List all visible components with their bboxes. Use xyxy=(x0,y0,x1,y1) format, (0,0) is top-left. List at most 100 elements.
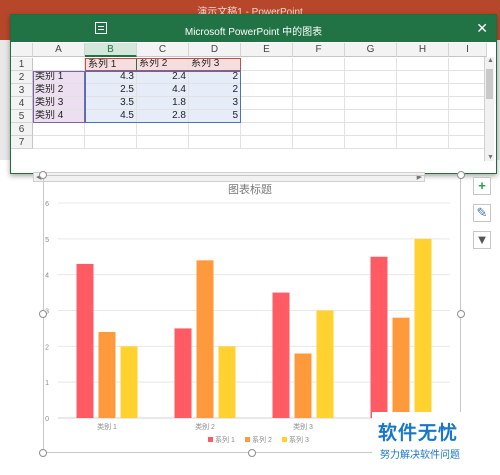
column-header-i[interactable]: I xyxy=(449,43,487,57)
cell-d2[interactable]: 2 xyxy=(189,71,241,84)
cell-b7[interactable] xyxy=(85,136,137,149)
cell-f5[interactable] xyxy=(293,110,345,123)
cell-c6[interactable] xyxy=(137,123,189,136)
row-header-5[interactable]: 5 xyxy=(11,110,33,123)
cell-e1[interactable] xyxy=(241,58,293,71)
cell-d6[interactable] xyxy=(189,123,241,136)
excel-window-title: Microsoft PowerPoint 中的图表 xyxy=(184,27,323,38)
cell-a1[interactable] xyxy=(33,58,85,71)
cell-f1[interactable] xyxy=(293,58,345,71)
filter-icon: ▼ xyxy=(475,232,489,247)
cell-i1[interactable] xyxy=(449,58,487,71)
cell-b3[interactable]: 2.5 xyxy=(85,84,137,97)
close-icon[interactable]: ✕ xyxy=(476,20,488,36)
row-header-4[interactable]: 4 xyxy=(11,97,33,110)
row-header-6[interactable]: 6 xyxy=(11,123,33,136)
cell-i7[interactable] xyxy=(449,136,487,149)
cell-d1[interactable]: 系列 3 xyxy=(189,58,241,71)
cell-f2[interactable] xyxy=(293,71,345,84)
column-header-a[interactable]: A xyxy=(33,43,85,57)
row-header-7[interactable]: 7 xyxy=(11,136,33,149)
resize-handle-bottom-left[interactable] xyxy=(39,449,47,457)
cell-g5[interactable] xyxy=(345,110,397,123)
chart-styles-button[interactable]: ✎ xyxy=(473,204,491,222)
resize-handle-right[interactable] xyxy=(457,310,465,318)
cell-d4[interactable]: 3 xyxy=(189,97,241,110)
cell-b1[interactable]: 系列 1 xyxy=(85,58,137,71)
resize-handle-top-right[interactable] xyxy=(457,171,465,179)
column-header-g[interactable]: G xyxy=(345,43,397,57)
cell-f4[interactable] xyxy=(293,97,345,110)
column-header-b[interactable]: B xyxy=(85,43,137,57)
cell-e2[interactable] xyxy=(241,71,293,84)
column-header-c[interactable]: C xyxy=(137,43,189,57)
chart-title[interactable]: 图表标题 xyxy=(0,181,500,197)
cell-e7[interactable] xyxy=(241,136,293,149)
column-header-d[interactable]: D xyxy=(189,43,241,57)
cell-c1[interactable]: 系列 2 xyxy=(137,58,189,71)
cell-c4[interactable]: 1.8 xyxy=(137,97,189,110)
cell-h5[interactable] xyxy=(397,110,449,123)
cell-c5[interactable]: 2.8 xyxy=(137,110,189,123)
cell-h4[interactable] xyxy=(397,97,449,110)
cell-f3[interactable] xyxy=(293,84,345,97)
cell-c2[interactable]: 2.4 xyxy=(137,71,189,84)
cell-d5[interactable]: 5 xyxy=(189,110,241,123)
cell-h1[interactable] xyxy=(397,58,449,71)
cell-i6[interactable] xyxy=(449,123,487,136)
cell-g6[interactable] xyxy=(345,123,397,136)
row-header-1[interactable]: 1 xyxy=(11,58,33,71)
cell-f6[interactable] xyxy=(293,123,345,136)
resize-handle-bottom[interactable] xyxy=(248,449,256,457)
vertical-scrollbar[interactable]: ▲ ▼ xyxy=(484,57,494,161)
cell-g4[interactable] xyxy=(345,97,397,110)
watermark-logo: 软件无忧 xyxy=(378,423,459,444)
scroll-down-icon[interactable]: ▼ xyxy=(487,154,494,161)
cell-b5[interactable]: 4.5 xyxy=(85,110,137,123)
cell-i4[interactable] xyxy=(449,97,487,110)
resize-handle-left[interactable] xyxy=(39,310,47,318)
row-header-3[interactable]: 3 xyxy=(11,84,33,97)
scroll-up-icon[interactable]: ▲ xyxy=(487,57,494,64)
cell-h3[interactable] xyxy=(397,84,449,97)
cell-a7[interactable] xyxy=(33,136,85,149)
cell-a4[interactable]: 类别 3 xyxy=(33,97,85,110)
excel-titlebar[interactable]: Microsoft PowerPoint 中的图表 ✕ xyxy=(11,15,496,42)
cell-d7[interactable] xyxy=(189,136,241,149)
column-header-f[interactable]: F xyxy=(293,43,345,57)
chart-filters-button[interactable]: ▼ xyxy=(473,231,491,249)
cell-a5[interactable]: 类别 4 xyxy=(33,110,85,123)
cell-e6[interactable] xyxy=(241,123,293,136)
cell-g7[interactable] xyxy=(345,136,397,149)
cell-b4[interactable]: 3.5 xyxy=(85,97,137,110)
cell-h7[interactable] xyxy=(397,136,449,149)
cell-b6[interactable] xyxy=(85,123,137,136)
resize-handle-top-left[interactable] xyxy=(39,171,47,179)
cell-c3[interactable]: 4.4 xyxy=(137,84,189,97)
cell-e3[interactable] xyxy=(241,84,293,97)
cell-c7[interactable] xyxy=(137,136,189,149)
cell-a3[interactable]: 类别 2 xyxy=(33,84,85,97)
cell-b2[interactable]: 4.3 xyxy=(85,71,137,84)
cell-g2[interactable] xyxy=(345,71,397,84)
cell-e5[interactable] xyxy=(241,110,293,123)
cell-a2[interactable]: 类别 1 xyxy=(33,71,85,84)
cell-i2[interactable] xyxy=(449,71,487,84)
column-header-h[interactable]: H xyxy=(397,43,449,57)
cell-f7[interactable] xyxy=(293,136,345,149)
cell-i3[interactable] xyxy=(449,84,487,97)
cell-i5[interactable] xyxy=(449,110,487,123)
column-header-e[interactable]: E xyxy=(241,43,293,57)
cell-h2[interactable] xyxy=(397,71,449,84)
cell-e4[interactable] xyxy=(241,97,293,110)
cell-a6[interactable] xyxy=(33,123,85,136)
brush-icon: ✎ xyxy=(476,205,488,220)
cell-g1[interactable] xyxy=(345,58,397,71)
select-all-corner[interactable] xyxy=(11,43,33,57)
row-header-2[interactable]: 2 xyxy=(11,71,33,84)
scroll-thumb[interactable] xyxy=(486,69,493,99)
cell-d3[interactable]: 2 xyxy=(189,84,241,97)
cell-g3[interactable] xyxy=(345,84,397,97)
add-chart-element-button[interactable]: + xyxy=(473,177,491,195)
cell-h6[interactable] xyxy=(397,123,449,136)
